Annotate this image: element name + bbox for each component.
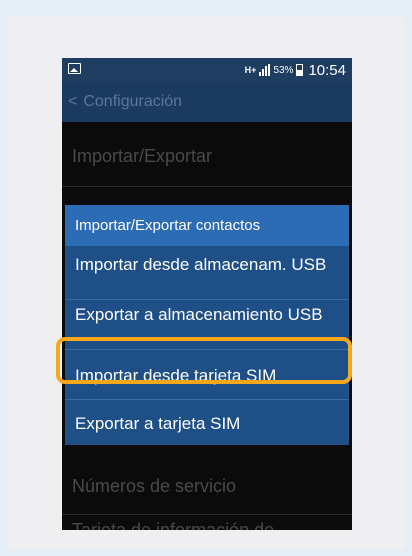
battery-icon xyxy=(296,64,304,76)
divider xyxy=(62,514,352,515)
option-import-usb[interactable]: Importar desde almacenam. USB xyxy=(65,255,349,274)
divider xyxy=(62,186,352,187)
clock: 10:54 xyxy=(308,61,346,79)
divider xyxy=(65,299,349,300)
option-export-sim[interactable]: Exportar a tarjeta SIM xyxy=(65,414,349,433)
dialog-title: Importar/Exportar contactos xyxy=(65,205,349,246)
settings-item-service-numbers[interactable]: Números de servicio xyxy=(62,476,352,497)
option-export-usb[interactable]: Exportar a almacenamiento USB xyxy=(65,305,349,324)
gallery-notification-icon xyxy=(68,63,81,74)
phone-screen: H+ 53% 10:54 < Configuración Importar/Ex… xyxy=(62,58,352,530)
network-type: H+ xyxy=(244,65,257,75)
action-bar-title: Configuración xyxy=(83,93,183,110)
settings-item-info-card[interactable]: Tarjeta de información de... xyxy=(62,520,352,530)
settings-section-title: Importar/Exportar xyxy=(72,146,213,166)
signal-icon xyxy=(259,64,271,76)
status-indicators: H+ 53% 10:54 xyxy=(245,61,346,79)
battery-percent: 53% xyxy=(273,64,294,76)
status-bar: H+ 53% 10:54 xyxy=(62,58,352,82)
action-bar[interactable]: < Configuración xyxy=(62,82,352,122)
divider xyxy=(65,399,349,400)
import-export-dialog: Importar/Exportar contactos Importar des… xyxy=(65,205,349,445)
divider xyxy=(65,349,349,350)
back-icon[interactable]: < xyxy=(68,93,77,111)
option-import-sim[interactable]: Importar desde tarjeta SIM xyxy=(65,366,349,385)
